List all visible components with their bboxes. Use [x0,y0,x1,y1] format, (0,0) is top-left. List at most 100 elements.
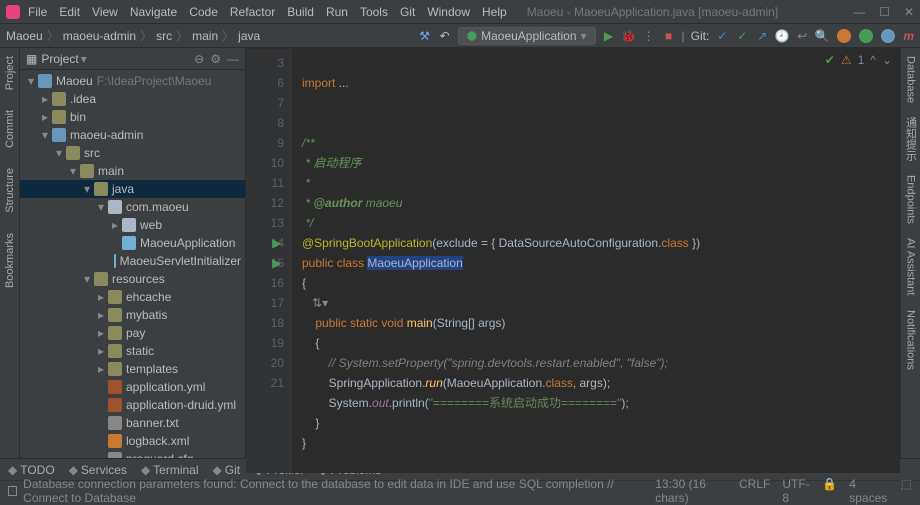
menu-refactor[interactable]: Refactor [230,5,275,19]
caret-position[interactable]: 13:30 (16 chars) [655,477,727,505]
breadcrumb: Maoeu〉maoeu-admin〉src〉main〉java [6,27,260,44]
tree-node[interactable]: ▾java [20,180,245,198]
tool-right[interactable]: Endpoints [905,175,917,224]
tree-node[interactable]: MaoeuServletInitializer [20,252,245,270]
memory-icon[interactable]: ⬚ [901,477,912,505]
search-icon[interactable]: 🔍 [815,29,829,43]
hint-text[interactable]: Database connection parameters found: Co… [23,477,655,505]
tree-node[interactable]: ▸ehcache [20,288,245,306]
tree-node[interactable]: ▾MaoeuF:\IdeaProject\Maoeu [20,72,245,90]
run-icon[interactable]: ▶ [602,29,616,43]
tool-structure[interactable]: Structure [4,168,16,213]
vcs-push-icon[interactable]: ↗ [755,29,769,43]
bottom-tool-todo[interactable]: ◆TODO [8,463,55,477]
proj-header-icon[interactable]: ⊖ [194,52,204,66]
build-icon[interactable]: ⚒ [418,29,432,43]
tree-node[interactable]: logback.xml [20,432,245,450]
crumb[interactable]: maoeu-admin [63,29,136,43]
tree-node[interactable]: ▸web [20,216,245,234]
menu-edit[interactable]: Edit [59,5,80,19]
code-lines[interactable]: import ... /** * 启动程序 * * @author maoeu … [292,49,900,473]
tree-node[interactable]: proguard.cfg [20,450,245,458]
nav-back-icon[interactable]: ↶ [438,29,452,43]
stop-icon[interactable]: ■ [662,29,676,43]
git-label: Git: [691,29,710,43]
tree-node[interactable]: ▾src [20,144,245,162]
menu-tools[interactable]: Tools [360,5,388,19]
navigation-bar: Maoeu〉maoeu-admin〉src〉main〉java ⚒ ↶ ⬢ Ma… [0,24,920,48]
tool-right[interactable]: Database [905,56,917,103]
menu-code[interactable]: Code [189,5,218,19]
vcs-commit-icon[interactable]: ✓ [735,29,749,43]
project-title[interactable]: Project [41,52,78,66]
menu-git[interactable]: Git [400,5,415,19]
menu-window[interactable]: Window [427,5,470,19]
tree-node[interactable]: application.yml [20,378,245,396]
tree-node[interactable]: application-druid.yml [20,396,245,414]
avatar-icon[interactable] [881,29,895,43]
status-bar: Database connection parameters found: Co… [0,480,920,500]
vcs-update-icon[interactable]: ✓ [715,29,729,43]
window-controls: — ☐ ✕ [853,5,914,19]
vcs-rollback-icon[interactable]: ↩ [795,29,809,43]
tree-node[interactable]: ▸templates [20,360,245,378]
window-title: Maoeu - MaoeuApplication.java [maoeu-adm… [527,5,778,19]
debug-icon[interactable]: 🐞 [622,29,636,43]
vcs-history-icon[interactable]: 🕘 [775,29,789,43]
crumb[interactable]: Maoeu [6,29,43,43]
tree-node[interactable]: ▸bin [20,108,245,126]
bottom-tool-git[interactable]: ◆Git [213,463,241,477]
plugin-icon[interactable] [859,29,873,43]
menu-build[interactable]: Build [287,5,314,19]
crumb[interactable]: java [238,29,260,43]
project-view-icon[interactable]: ▦ [26,52,37,66]
tool-bookmarks[interactable]: Bookmarks [4,233,16,288]
more-run-icon[interactable]: ⋮ [642,29,656,43]
line-separator[interactable]: CRLF [739,477,770,505]
tool-right[interactable]: 通知提示 [903,117,919,161]
tree-node[interactable]: ▾main [20,162,245,180]
proj-header-icon[interactable]: — [227,52,239,66]
menu-help[interactable]: Help [482,5,507,19]
tree-node[interactable]: ▸mybatis [20,306,245,324]
tool-right[interactable]: AI Assistant [905,238,917,295]
editor-inspections[interactable]: ✔ ⚠ 1 ^ ⌄ [825,53,892,67]
tree-node[interactable]: ▸.idea [20,90,245,108]
run-config-selector[interactable]: ⬢ MaoeuApplication ▾ [458,27,596,45]
app-letter-icon[interactable]: m [903,29,914,43]
menu-view[interactable]: View [92,5,118,19]
menu-navigate[interactable]: Navigate [130,5,177,19]
file-encoding[interactable]: UTF-8 [782,477,810,505]
maximize-icon[interactable]: ☐ [879,5,890,19]
left-gutter: Project Commit Structure Bookmarks [0,48,20,458]
bottom-tool-terminal[interactable]: ◆Terminal [141,463,199,477]
tool-window-toggle-icon[interactable] [8,486,17,496]
warning-count: 1 [858,53,865,67]
tool-commit[interactable]: Commit [4,110,16,148]
project-tree[interactable]: ▾MaoeuF:\IdeaProject\Maoeu▸.idea▸bin▾mao… [20,70,245,458]
crumb[interactable]: main [192,29,218,43]
tree-node[interactable]: ▸static [20,342,245,360]
caret-icon: ^ [870,53,876,67]
code-editor[interactable]: ✔ ⚠ 1 ^ ⌄ 3678910111213▶ 14▶ 15161718192… [246,49,900,473]
lock-icon[interactable]: 🔒 [822,477,837,505]
minimize-icon[interactable]: — [853,5,865,19]
ide-settings-icon[interactable] [837,29,851,43]
tree-node[interactable]: MaoeuApplication [20,234,245,252]
tool-right[interactable]: Notifications [905,310,917,370]
line-gutter[interactable]: 3678910111213▶ 14▶ 15161718192021 [246,49,292,473]
run-config-label: MaoeuApplication [481,29,576,43]
tool-project[interactable]: Project [4,56,16,90]
tree-node[interactable]: ▾resources [20,270,245,288]
crumb[interactable]: src [156,29,172,43]
tree-node[interactable]: ▾maoeu-admin [20,126,245,144]
tree-node[interactable]: banner.txt [20,414,245,432]
menu-run[interactable]: Run [326,5,348,19]
menu-file[interactable]: File [28,5,47,19]
close-icon[interactable]: ✕ [904,5,914,19]
indent-setting[interactable]: 4 spaces [849,477,888,505]
proj-header-icon[interactable]: ⚙ [210,52,221,66]
bottom-tool-services[interactable]: ◆Services [69,463,127,477]
tree-node[interactable]: ▸pay [20,324,245,342]
tree-node[interactable]: ▾com.maoeu [20,198,245,216]
